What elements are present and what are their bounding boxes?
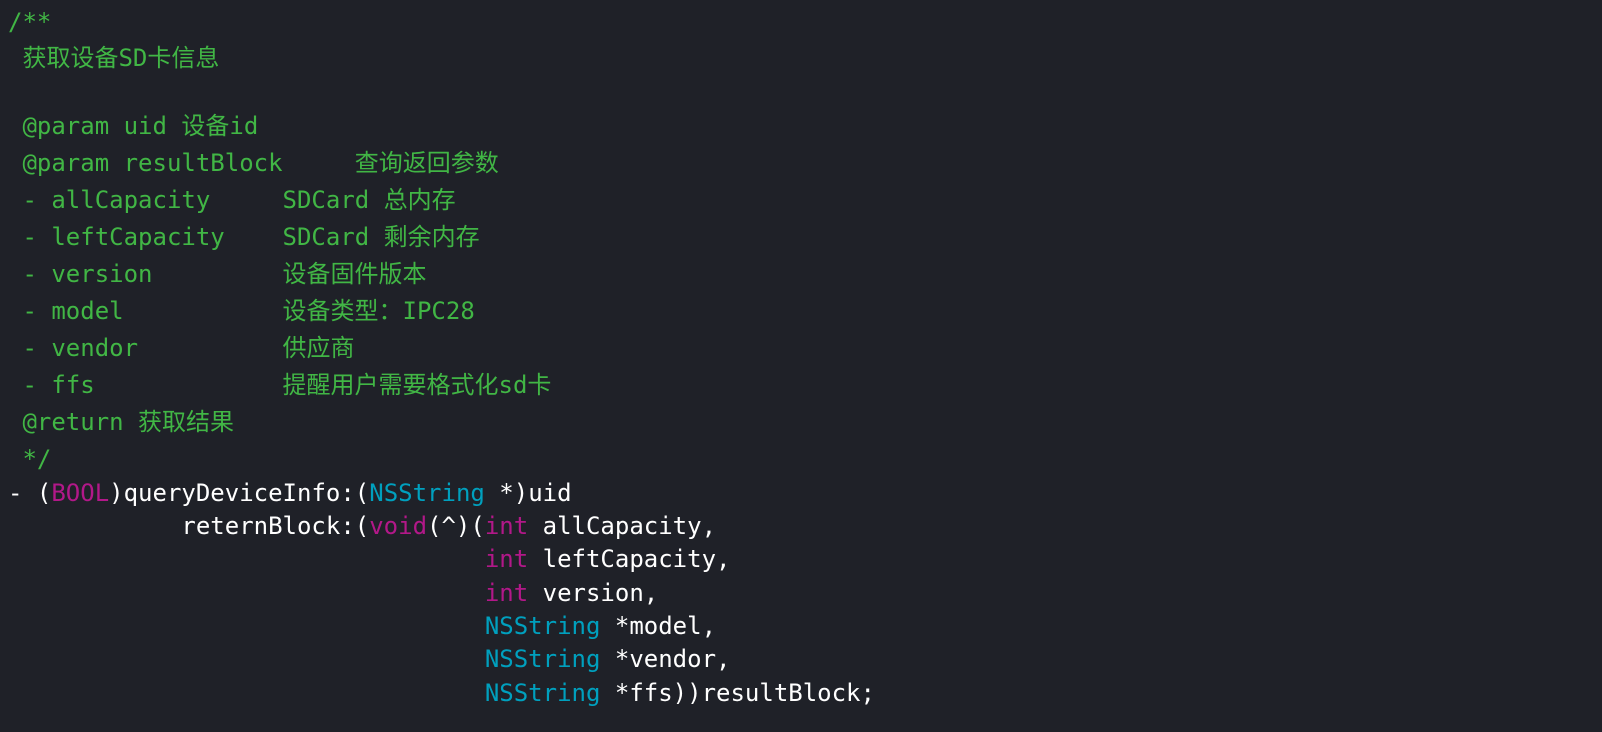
code-token-keyword: int xyxy=(484,512,529,540)
code-line[interactable]: 获取设备SD卡信息 xyxy=(8,40,219,76)
code-token-keyword: void xyxy=(369,512,428,540)
code-line[interactable]: - model 设备类型：IPC28 xyxy=(8,293,475,329)
code-token-comment: @param uid 设备id xyxy=(8,112,259,140)
code-line[interactable]: int leftCapacity, xyxy=(8,541,731,577)
code-token-plain: *)uid xyxy=(484,479,572,507)
code-token-plain: - ( xyxy=(8,479,52,507)
code-token-plain: leftCapacity, xyxy=(528,545,731,573)
code-token-comment: - allCapacity SDCard 总内存 xyxy=(8,186,456,214)
code-token-comment: @return 获取结果 xyxy=(8,408,235,436)
code-line[interactable]: NSString *model, xyxy=(8,608,716,644)
code-token-plain: )queryDeviceInfo:( xyxy=(109,479,370,507)
code-token-plain: allCapacity, xyxy=(528,512,717,540)
code-token-comment: 获取设备SD卡信息 xyxy=(8,44,220,72)
code-line[interactable]: - leftCapacity SDCard 剩余内存 xyxy=(8,219,480,255)
code-token-type: NSString xyxy=(369,479,485,507)
code-line[interactable]: @return 获取结果 xyxy=(8,404,234,440)
code-token-comment: - leftCapacity SDCard 剩余内存 xyxy=(8,223,480,251)
code-token-type: NSString xyxy=(484,645,601,673)
code-line[interactable]: - version 设备固件版本 xyxy=(8,256,427,292)
code-token-comment: - model 设备类型：IPC28 xyxy=(8,297,475,325)
code-line[interactable]: NSString *vendor, xyxy=(8,641,731,677)
code-token-plain: *ffs))resultBlock; xyxy=(600,679,875,707)
code-token-comment: @param resultBlock 查询返回参数 xyxy=(8,149,499,177)
code-line[interactable]: - vendor 供应商 xyxy=(8,330,355,366)
code-token-keyword: BOOL xyxy=(51,479,110,507)
code-token-type: NSString xyxy=(484,679,601,707)
code-line[interactable]: */ xyxy=(8,441,51,477)
code-line[interactable]: /** xyxy=(8,4,51,40)
code-token-comment: */ xyxy=(8,445,52,473)
code-line[interactable]: @param uid 设备id xyxy=(8,108,258,144)
code-token-plain: reternBlock:( xyxy=(8,512,370,540)
code-token-plain: *model, xyxy=(600,612,717,640)
code-line[interactable]: reternBlock:(void(^)(int allCapacity, xyxy=(8,508,716,544)
code-token-comment: /** xyxy=(8,8,52,36)
code-line[interactable]: int version, xyxy=(8,575,658,611)
code-token-plain: (^)( xyxy=(427,512,485,540)
code-token-comment: - vendor 供应商 xyxy=(8,334,355,362)
code-editor[interactable]: /** 获取设备SD卡信息 @param uid 设备id @param res… xyxy=(0,0,1602,732)
code-line[interactable]: - allCapacity SDCard 总内存 xyxy=(8,182,456,218)
code-line[interactable]: - ffs 提醒用户需要格式化sd卡 xyxy=(8,367,551,403)
code-line[interactable]: @param resultBlock 查询返回参数 xyxy=(8,145,499,181)
code-token-type: NSString xyxy=(484,612,601,640)
code-token-keyword: int xyxy=(484,545,529,573)
code-line[interactable]: - (BOOL)queryDeviceInfo:(NSString *)uid xyxy=(8,475,572,511)
code-token-comment: - version 设备固件版本 xyxy=(8,260,427,288)
code-token-comment: - ffs 提醒用户需要格式化sd卡 xyxy=(8,371,552,399)
code-token-plain: *vendor, xyxy=(600,645,731,673)
code-token-plain: version, xyxy=(528,579,659,607)
code-token-keyword: int xyxy=(484,579,529,607)
code-line[interactable]: NSString *ffs))resultBlock; xyxy=(8,675,875,711)
